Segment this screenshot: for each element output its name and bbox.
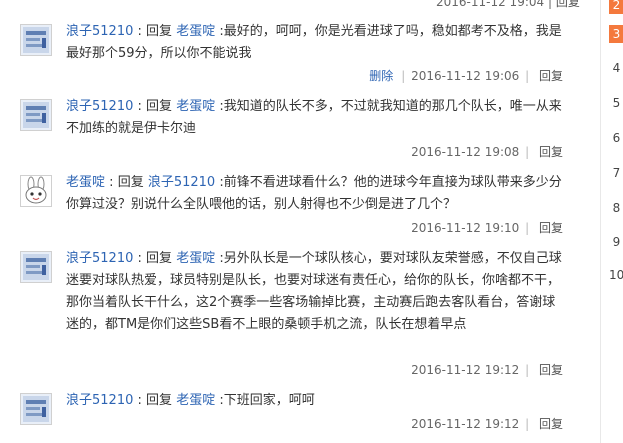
colon: : [137,24,142,39]
timestamp: 2016-11-12 19:06 [411,69,520,83]
avatar[interactable] [20,99,52,131]
pager-item[interactable]: 5 [609,94,623,112]
reply-link[interactable]: 回复 [539,69,563,83]
divider: | [525,221,530,235]
reply-link[interactable]: 回复 [539,363,563,377]
pager-item[interactable]: 4 [609,59,623,77]
pager-item[interactable]: 8 [609,199,623,217]
reply-target-username[interactable]: 老蛋啶 [176,393,215,408]
reply-target-username[interactable]: 浪子51210 [148,175,215,190]
reply-link[interactable]: 回复 [539,417,563,431]
reply-word: 回复 [146,99,173,114]
avatar[interactable] [20,24,52,56]
colon: : [137,99,142,114]
avatar[interactable] [20,175,52,207]
divider: | [525,417,530,431]
reply-word: 回复 [146,251,173,266]
pager-item[interactable]: 3 [609,25,623,43]
reply-content: 浪子51210 : 回复 老蛋啶 :我知道的队长不多，不过就我知道的那几个队长，… [66,96,566,140]
reply-meta: 2016-11-12 19:12 | 回复 [0,415,563,432]
rabbit-avatar-icon [21,176,51,206]
reply-username[interactable]: 浪子51210 [66,24,133,39]
pager-item[interactable]: 9 [609,233,623,251]
delete-link[interactable]: 删除 [369,69,393,83]
timestamp: 2016-11-12 19:12 [411,363,520,377]
pager-item[interactable]: 7 [609,164,623,182]
colon: : [137,251,142,266]
pager-item[interactable]: 10 [609,266,623,284]
timestamp: 2016-11-12 19:08 [411,145,520,159]
reply-meta: 2016-11-12 19:08 | 回复 [0,143,563,160]
timestamp: 2016-11-12 19:04 [436,0,545,9]
user-avatar-icon [21,25,51,55]
divider: | [401,69,406,83]
divider: | [525,363,530,377]
avatar[interactable] [20,251,52,283]
previous-reply-meta: 2016-11-12 19:04 | 回复 [436,0,580,10]
reply-meta: 2016-11-12 19:12 | 回复 [0,361,563,378]
divider: | [525,145,530,159]
reply-link[interactable]: 回复 [556,0,580,9]
reply-username[interactable]: 老蛋啶 [66,175,105,190]
colon: : [109,175,114,190]
user-avatar-icon [21,100,51,130]
timestamp: 2016-11-12 19:12 [411,417,520,431]
reply-link[interactable]: 回复 [539,221,563,235]
user-avatar-icon [21,252,51,282]
reply-content: 浪子51210 : 回复 老蛋啶 :另外队长是一个球队核心，要对球队友荣誉感，不… [66,248,566,336]
reply-content: 浪子51210 : 回复 老蛋啶 :最好的，呵呵，你是光看进球了吗，稳如都考不及… [66,21,566,65]
colon: : [137,393,142,408]
reply-text: 下班回家，呵呵 [223,393,315,408]
reply-content: 老蛋啶 : 回复 浪子51210 :前锋不看进球看什么？他的进球今年直接为球队带… [66,172,566,216]
reply-meta: 2016-11-12 19:10 | 回复 [0,219,563,236]
pager-item[interactable]: 2 [609,0,623,14]
reply-thread: 2016-11-12 19:04 | 回复 浪子51210 : 回复 老蛋啶 :… [0,0,580,443]
floor-pager: 2 3 4 5 6 7 8 9 10 [600,0,623,443]
divider: | [525,69,530,83]
pager-item[interactable]: 6 [609,129,623,147]
reply-target-username[interactable]: 老蛋啶 [176,24,215,39]
reply-username[interactable]: 浪子51210 [66,99,133,114]
reply-target-username[interactable]: 老蛋啶 [176,99,215,114]
reply-word: 回复 [146,24,173,39]
reply-word: 回复 [146,393,173,408]
reply-username[interactable]: 浪子51210 [66,393,133,408]
reply-meta: 删除 | 2016-11-12 19:06 | 回复 [0,67,563,84]
timestamp: 2016-11-12 19:10 [411,221,520,235]
reply-target-username[interactable]: 老蛋啶 [176,251,215,266]
reply-word: 回复 [117,175,144,190]
reply-content: 浪子51210 : 回复 老蛋啶 :下班回家，呵呵 [66,390,566,412]
reply-username[interactable]: 浪子51210 [66,251,133,266]
reply-link[interactable]: 回复 [539,145,563,159]
divider: | [547,0,553,9]
